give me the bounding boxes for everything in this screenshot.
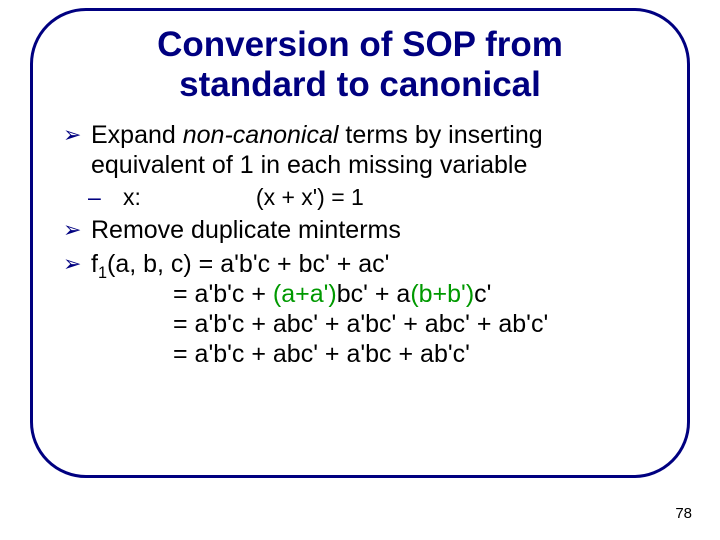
sub-bullet-text: x: (x + x') = 1 [123, 184, 364, 210]
arrow-icon: ➢ [63, 217, 81, 243]
slide: Conversion of SOP from standard to canon… [0, 0, 720, 540]
eq2-pre: = a'b'c + [173, 280, 273, 308]
dash-icon: – [88, 184, 101, 212]
title-line-2: standard to canonical [179, 65, 541, 104]
page-number: 78 [675, 505, 692, 522]
eq-line-2: = a'b'c + (a+a')bc' + a(b+b')c' [63, 279, 657, 309]
bullet-function: ➢ f1(a, b, c) = a'b'c + bc' + ac' [63, 249, 657, 279]
f-label: f [91, 250, 98, 278]
f-args: (a, b, c) = a'b'c + bc' + ac' [107, 250, 389, 278]
eq2-paren-2: (b+b') [410, 280, 474, 308]
bullet-remove: ➢ Remove duplicate minterms [63, 215, 657, 245]
eq-line-3: = a'b'c + abc' + a'bc' + abc' + ab'c' [63, 309, 657, 339]
eq4-text: = a'b'c + abc' + a'bc + ab'c' [173, 340, 470, 368]
slide-title: Conversion of SOP from standard to canon… [63, 25, 657, 106]
content-frame: Conversion of SOP from standard to canon… [30, 8, 690, 478]
slide-body: ➢ Expand non-canonical terms by insertin… [63, 120, 657, 370]
arrow-icon: ➢ [63, 251, 81, 277]
eq2-mid: bc' + a [337, 280, 411, 308]
eq-line-4: = a'b'c + abc' + a'bc + ab'c' [63, 339, 657, 369]
eq2-paren-1: (a+a') [273, 280, 337, 308]
f-subscript: 1 [98, 264, 107, 282]
bullet-expand: ➢ Expand non-canonical terms by insertin… [63, 120, 657, 180]
arrow-icon: ➢ [63, 122, 81, 148]
eq2-post: c' [474, 280, 491, 308]
bullet-remove-text: Remove duplicate minterms [91, 216, 401, 244]
bullet-expand-italic: non-canonical [183, 121, 339, 149]
sub-bullet-identity: – x: (x + x') = 1 [63, 184, 657, 212]
eq3-text: = a'b'c + abc' + a'bc' + abc' + ab'c' [173, 310, 548, 338]
title-line-1: Conversion of SOP from [157, 25, 563, 64]
bullet-expand-pre: Expand [91, 121, 183, 149]
